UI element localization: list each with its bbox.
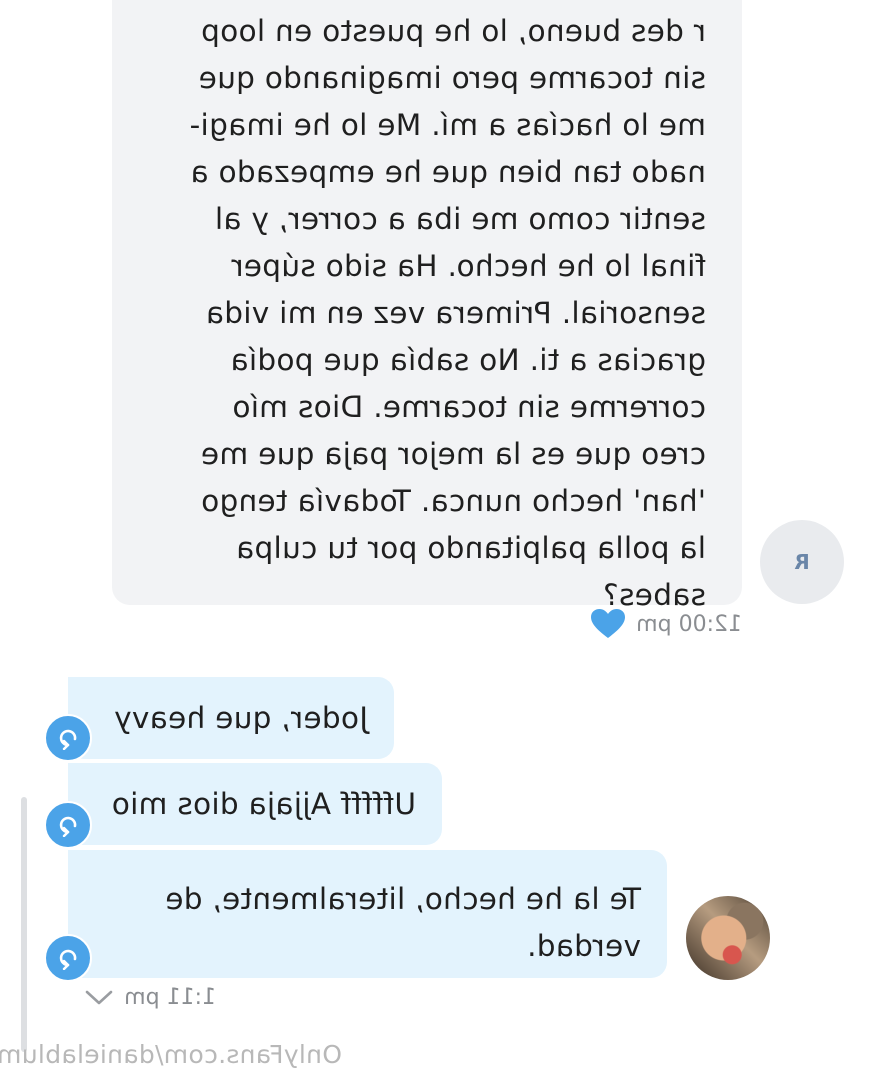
user-avatar[interactable] [686, 896, 770, 980]
incoming-timestamp: 12:00 pm [636, 611, 742, 637]
outgoing-message-text: Ufffff Ajjaja dios mio [111, 787, 417, 821]
chevron-down-icon[interactable] [84, 988, 114, 1008]
chat-screen: r des bueno, lo he puesto en loop sin to… [0, 0, 872, 1079]
sender-avatar-initial: R [794, 550, 810, 574]
incoming-meta: 12:00 pm [590, 608, 742, 640]
outgoing-message: Te la he hecho, literalmente, de verdad. [68, 850, 667, 978]
outgoing-message: Joder, que heavy [68, 677, 394, 759]
sent-status-icon [44, 934, 92, 982]
sent-status-icon [44, 714, 92, 762]
outgoing-message-text: Joder, que heavy [113, 701, 368, 735]
watermark: OnlyFans.com/danielablume [0, 1040, 342, 1069]
incoming-message-text: r des bueno, lo he puesto en loop sin to… [189, 14, 706, 612]
heart-icon[interactable] [590, 608, 626, 640]
incoming-message-bubble: r des bueno, lo he puesto en loop sin to… [112, 0, 742, 612]
outgoing-message-text: Te la he hecho, literalmente, de verdad. [164, 882, 641, 963]
outgoing-meta: 1:11 pm [84, 985, 216, 1010]
outgoing-timestamp: 1:11 pm [124, 985, 216, 1010]
sent-status-icon [44, 801, 92, 849]
outgoing-message: Ufffff Ajjaja dios mio [68, 763, 442, 845]
scrollbar[interactable] [21, 797, 27, 1052]
sender-avatar[interactable]: R [760, 520, 844, 604]
